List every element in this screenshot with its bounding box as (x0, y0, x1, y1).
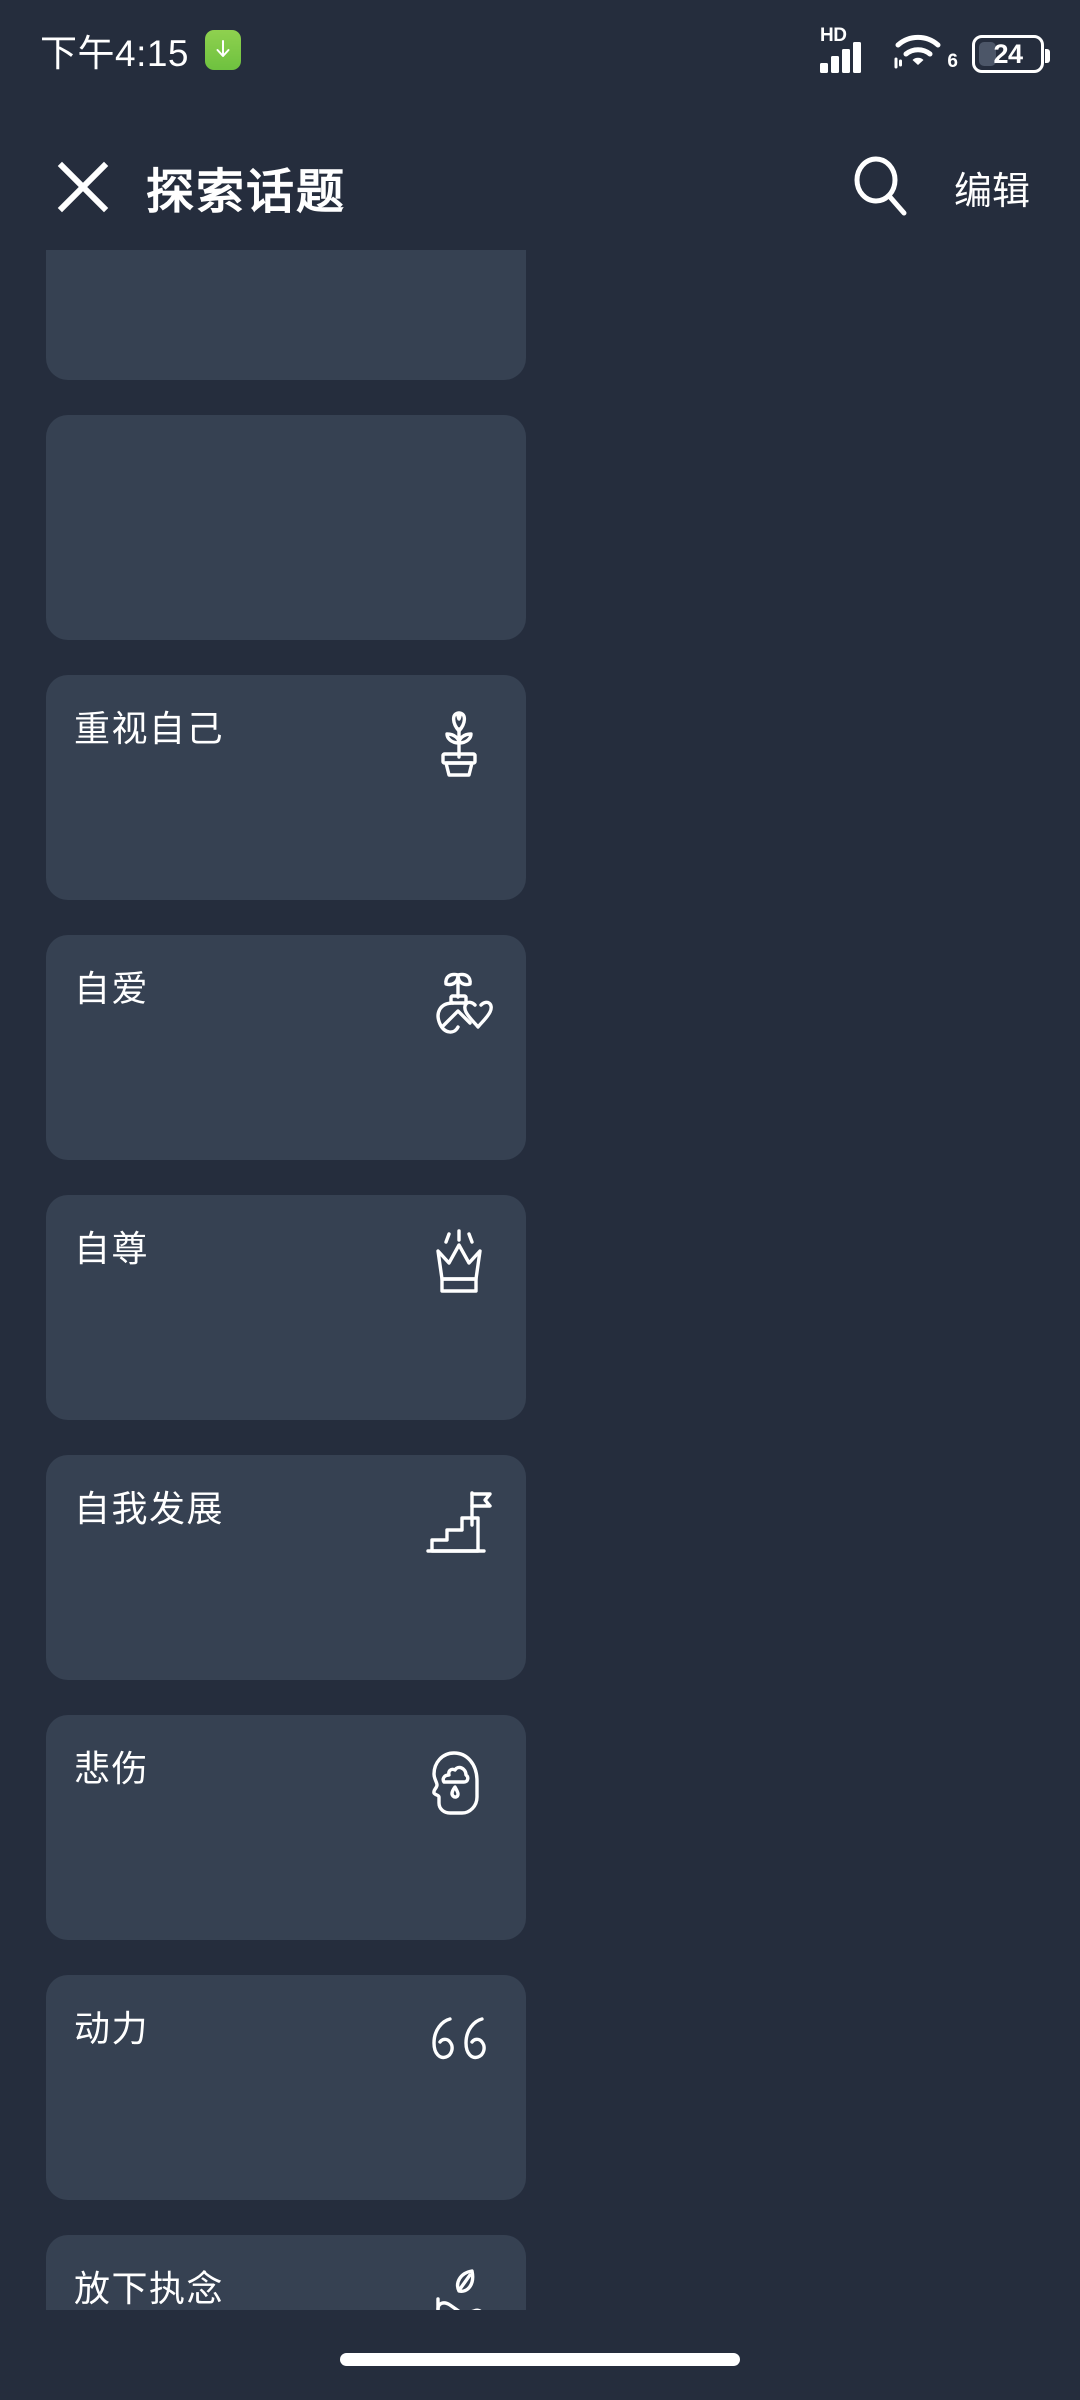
topic-card[interactable]: 动力 (46, 1975, 526, 2200)
close-x-icon[interactable] (46, 150, 120, 224)
sprout-heart-icon (420, 965, 498, 1047)
topic-card[interactable]: 自尊 (46, 1195, 526, 1420)
topic-card[interactable]: 重视自己 (46, 675, 526, 900)
topic-card-label: 重视自己 (74, 708, 225, 749)
stairs-flag-icon (420, 1485, 498, 1567)
wifi-icon: 6 (894, 27, 958, 73)
crown-icon (420, 1225, 498, 1307)
topic-grid-viewport[interactable]: 重视自己自爱自尊自我发展悲伤动力放下执念心碎商业做自己坚强信心企业家 (0, 250, 1080, 2310)
app-header: 探索话题 编辑 (0, 128, 1080, 246)
status-bar: 下午4:15 HD 6 24 (0, 0, 1080, 100)
topic-card-label: 悲伤 (74, 1748, 150, 1789)
quotation-marks-icon (420, 2005, 498, 2087)
topic-card-label: 自爱 (74, 968, 150, 1009)
topic-card-label: 放下执念 (74, 2268, 225, 2309)
topic-card[interactable]: 悲伤 (46, 1715, 526, 1940)
status-time: 下午4:15 (40, 33, 190, 74)
wifi-generation-label: 6 (947, 51, 958, 72)
signal-bars (820, 42, 861, 73)
head-rain-cloud-icon (420, 1745, 498, 1827)
pot-basket-partial-icon (420, 250, 498, 267)
page-title: 探索话题 (146, 166, 347, 219)
topic-card[interactable] (46, 415, 526, 640)
home-indicator-bar[interactable] (340, 2353, 740, 2366)
topic-card-label: 自我发展 (74, 1488, 225, 1529)
topic-grid: 重视自己自爱自尊自我发展悲伤动力放下执念心碎商业做自己坚强信心企业家 (0, 250, 1080, 2310)
topic-card[interactable] (46, 250, 526, 380)
download-arrow-icon (205, 30, 242, 70)
topic-card[interactable]: 放下执念 (46, 2235, 526, 2310)
battery-level-label: 24 (993, 38, 1023, 69)
topic-card-label: 自尊 (74, 1228, 150, 1269)
topic-card-icon (420, 445, 498, 527)
cellular-signal-icon: HD (820, 25, 878, 73)
topic-card-label: 动力 (74, 2008, 150, 2049)
status-bar-left: 下午4:15 (40, 23, 242, 77)
hand-leaf-icon (420, 2265, 498, 2310)
topic-card[interactable]: 自我发展 (46, 1455, 526, 1680)
battery-icon: 24 (972, 35, 1050, 73)
edit-button[interactable]: 编辑 (948, 152, 1036, 223)
potted-plant-heart-icon (420, 705, 498, 787)
topic-card[interactable]: 自爱 (46, 935, 526, 1160)
status-bar-right: HD 6 24 (820, 25, 1050, 73)
search-icon[interactable] (840, 146, 922, 228)
